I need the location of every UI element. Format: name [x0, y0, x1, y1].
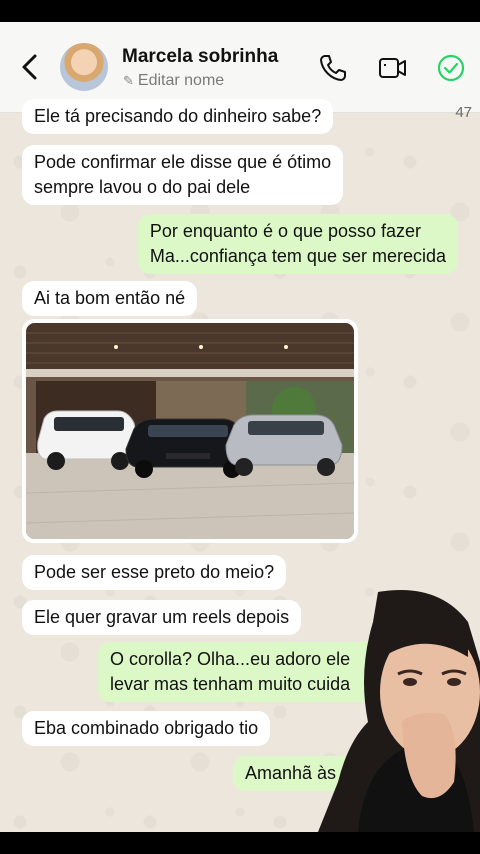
message-text: Eba combinado obrigado tio: [34, 718, 259, 738]
unread-count: 47: [455, 104, 472, 121]
message-text: Ele tá precisando do dinheiro sabe?: [34, 106, 322, 126]
message-bubble-in[interactable]: Pode confirmar ele disse que é ótimo sem…: [22, 145, 344, 205]
image-message[interactable]: [22, 319, 358, 543]
phone-icon[interactable]: [318, 53, 348, 83]
message-text: Ma...confiança tem que ser merecida: [149, 246, 446, 266]
edit-name-link[interactable]: ✎ Editar nome: [123, 72, 224, 90]
message-bubble-in[interactable]: Ele tá precisando do dinheiro sabe?: [22, 99, 334, 134]
message-text: Por enquanto é o que posso fazer: [149, 221, 422, 241]
chat-screen: Marcela sobrinha ✎ Editar nome 47 Ele tá …: [0, 22, 480, 832]
message-bubble-in[interactable]: Pode ser esse preto do meio?: [22, 555, 287, 590]
car-garage-photo[interactable]: [25, 323, 355, 539]
verified-check-icon[interactable]: [436, 53, 466, 83]
back-arrow-icon[interactable]: [18, 52, 42, 82]
message-bubble-out[interactable]: Por enquanto é o que posso fazer Ma...co…: [137, 214, 458, 274]
contact-avatar[interactable]: [60, 43, 108, 91]
message-text: sempre lavou o do pai dele: [34, 177, 251, 197]
pencil-icon: ✎: [123, 73, 134, 88]
message-bubble-in[interactable]: Ele quer gravar um reels depois: [22, 600, 302, 635]
contact-name[interactable]: Marcela sobrinha: [122, 46, 278, 68]
message-bubble-in[interactable]: Eba combinado obrigado tio: [22, 711, 271, 746]
video-camera-icon[interactable]: [378, 53, 408, 83]
message-text: Pode ser esse preto do meio?: [34, 562, 275, 582]
edit-name-label: Editar nome: [137, 72, 225, 89]
message-text: Ai ta bom então né: [34, 288, 186, 308]
creator-video-overlay: [318, 590, 480, 832]
message-bubble-in[interactable]: Ai ta bom então né: [22, 281, 198, 316]
message-text: Pode confirmar ele disse que é ótimo: [34, 152, 332, 172]
message-text: Ele quer gravar um reels depois: [34, 607, 290, 627]
